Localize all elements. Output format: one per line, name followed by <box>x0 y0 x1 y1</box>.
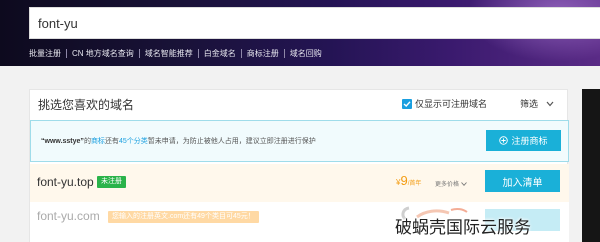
domain-search-input[interactable] <box>38 8 558 38</box>
only-available-label: 仅显示可注册域名 <box>415 99 488 109</box>
result-row: font-yu.top 未注册 ¥9/首年 更多价格 加入清单 <box>30 164 569 202</box>
register-trademark-button[interactable]: 注册商标 <box>486 130 561 151</box>
more-price-dropdown[interactable]: 更多价格 <box>435 179 467 188</box>
promo-badge: 您输入的注册英文.com还有49个类目可45元！ <box>108 211 259 223</box>
notice-text-2: 还有 <box>104 138 119 145</box>
trademark-notice: “www.sstye”的商标还有45个分类暂未申请，为防止被他人占用，建议立即注… <box>30 120 569 162</box>
notice-text-1: 的 <box>83 138 91 145</box>
chevron-down-icon <box>546 101 554 106</box>
domain-search-box[interactable] <box>29 7 600 39</box>
divider <box>240 48 242 58</box>
add-to-list-button[interactable]: 加入清单 <box>485 170 560 192</box>
divider <box>197 48 199 58</box>
quick-link-bulk-register[interactable]: 批量注册 <box>29 48 61 59</box>
price: ¥9/首年 <box>396 173 421 188</box>
quick-link-platinum[interactable]: 白金域名 <box>204 48 236 59</box>
notice-text-3: 暂未申请，为防止被他人占用，建议立即注册进行保护 <box>147 138 316 145</box>
trademark-notice-text: “www.sstye”的商标还有45个分类暂未申请，为防止被他人占用，建议立即注… <box>41 136 316 146</box>
plus-circle-icon <box>499 136 509 145</box>
quick-link-cn-local[interactable]: CN 地方域名查询 <box>72 48 134 59</box>
register-trademark-label: 注册商标 <box>511 136 548 146</box>
quick-links-nav: 批量注册 CN 地方域名查询 域名智能推荐 白金域名 商标注册 域名回购 <box>29 46 322 60</box>
card-title: 挑选您喜欢的域名 <box>38 98 135 112</box>
watermark: 破蜗壳国际云服务 <box>386 205 600 242</box>
only-available-checkbox[interactable] <box>402 98 412 109</box>
divider <box>66 48 67 58</box>
filter-label: 筛选 <box>520 99 539 109</box>
only-available-toggle[interactable]: 仅显示可注册域名 <box>402 97 487 110</box>
price-unit: /首年 <box>407 181 422 187</box>
domain-name[interactable]: font-yu.com <box>37 209 100 223</box>
divider <box>283 48 285 58</box>
divider <box>138 48 140 58</box>
more-price-label: 更多价格 <box>435 182 460 188</box>
watermark-text: 破蜗壳国际云服务 <box>395 218 531 238</box>
notice-categories-link[interactable]: 45个分类 <box>119 138 148 145</box>
chevron-down-icon <box>461 181 467 186</box>
page: 批量注册 CN 地方域名查询 域名智能推荐 白金域名 商标注册 域名回购 挑选您… <box>0 0 600 242</box>
notice-trademark-link[interactable]: 商标 <box>91 138 105 145</box>
filter-dropdown[interactable]: 筛选 <box>520 97 554 110</box>
quick-link-buyback[interactable]: 域名回购 <box>290 48 322 59</box>
price-value: 9 <box>400 173 408 188</box>
quick-link-trademark[interactable]: 商标注册 <box>247 48 279 59</box>
check-icon <box>403 100 411 107</box>
domain-name[interactable]: font-yu.top <box>37 175 94 189</box>
status-badge: 未注册 <box>97 176 126 188</box>
notice-keyword: “www.sstye” <box>41 138 84 145</box>
quick-link-smart-recommend[interactable]: 域名智能推荐 <box>145 48 193 59</box>
